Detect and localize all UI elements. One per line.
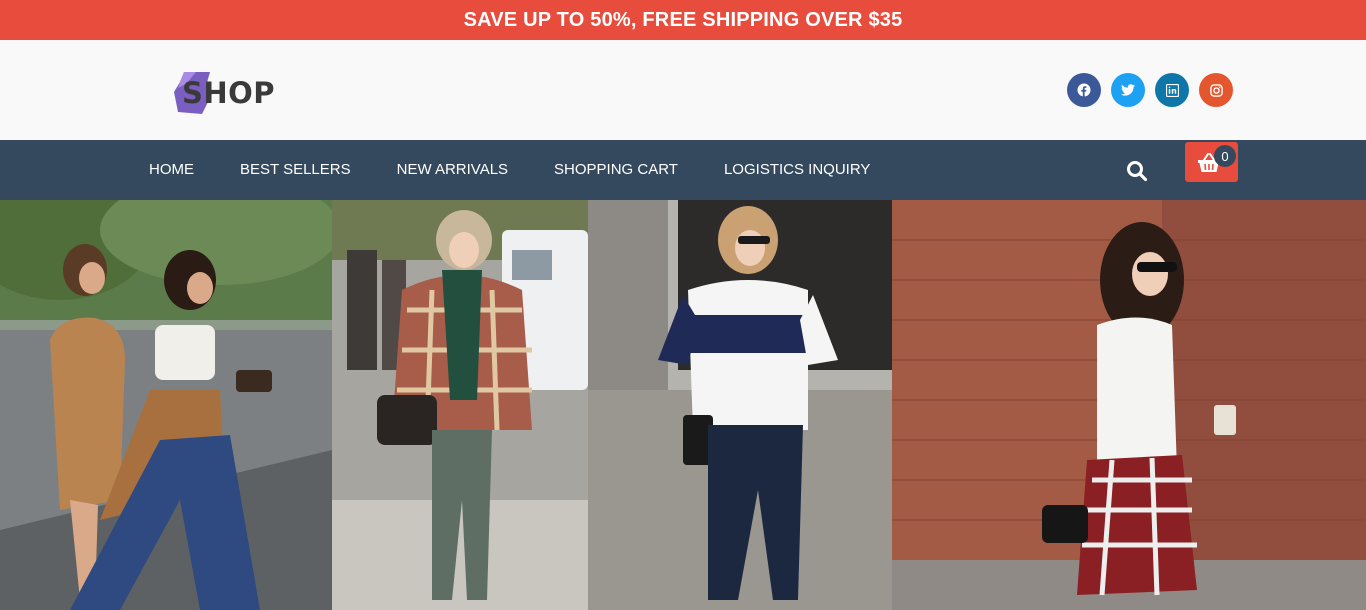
nav-item-new-arrivals: NEW ARRIVALS <box>397 161 508 179</box>
hero-photo-1[interactable] <box>0 200 332 610</box>
twitter-button[interactable] <box>1111 73 1145 107</box>
nav-link-home[interactable]: HOME <box>149 161 194 178</box>
promo-text: SAVE UP TO 50%, FREE SHIPPING OVER $35 <box>463 8 903 31</box>
hero-photo-strip <box>0 200 1366 610</box>
instagram-icon <box>1209 83 1223 97</box>
nav-item-shopping-cart: SHOPPING CART <box>554 161 678 179</box>
nav-link-shopping-cart[interactable]: SHOPPING CART <box>554 161 678 178</box>
nav-link-new-arrivals[interactable]: NEW ARRIVALS <box>397 161 508 178</box>
search-button[interactable] <box>1125 159 1149 183</box>
cart-button[interactable]: 0 <box>1185 142 1238 182</box>
cart-count-badge: 0 <box>1214 145 1236 167</box>
main-navigation: HOME BEST SELLERS NEW ARRIVALS SHOPPING … <box>0 140 1366 200</box>
instagram-button[interactable] <box>1199 73 1233 107</box>
search-icon <box>1127 161 1148 182</box>
social-links <box>1067 73 1233 107</box>
site-header: SHOP <box>0 40 1366 140</box>
facebook-button[interactable] <box>1067 73 1101 107</box>
linkedin-icon <box>1165 83 1179 97</box>
nav-item-home: HOME <box>149 161 194 179</box>
logo-text: SHOP <box>182 76 276 110</box>
hero-photo-4[interactable] <box>892 200 1366 610</box>
nav-item-logistics-inquiry: LOGISTICS INQUIRY <box>724 161 870 179</box>
nav-item-best-sellers: BEST SELLERS <box>240 161 351 179</box>
twitter-icon <box>1121 84 1135 96</box>
site-logo[interactable]: SHOP <box>172 70 275 116</box>
nav-link-logistics-inquiry[interactable]: LOGISTICS INQUIRY <box>724 161 870 178</box>
facebook-icon <box>1077 83 1091 97</box>
hero-photo-3[interactable] <box>588 200 892 610</box>
nav-menu: HOME BEST SELLERS NEW ARRIVALS SHOPPING … <box>149 140 870 200</box>
nav-link-best-sellers[interactable]: BEST SELLERS <box>240 161 351 178</box>
linkedin-button[interactable] <box>1155 73 1189 107</box>
promo-banner: SAVE UP TO 50%, FREE SHIPPING OVER $35 <box>0 0 1366 40</box>
hero-photo-2[interactable] <box>332 200 588 610</box>
